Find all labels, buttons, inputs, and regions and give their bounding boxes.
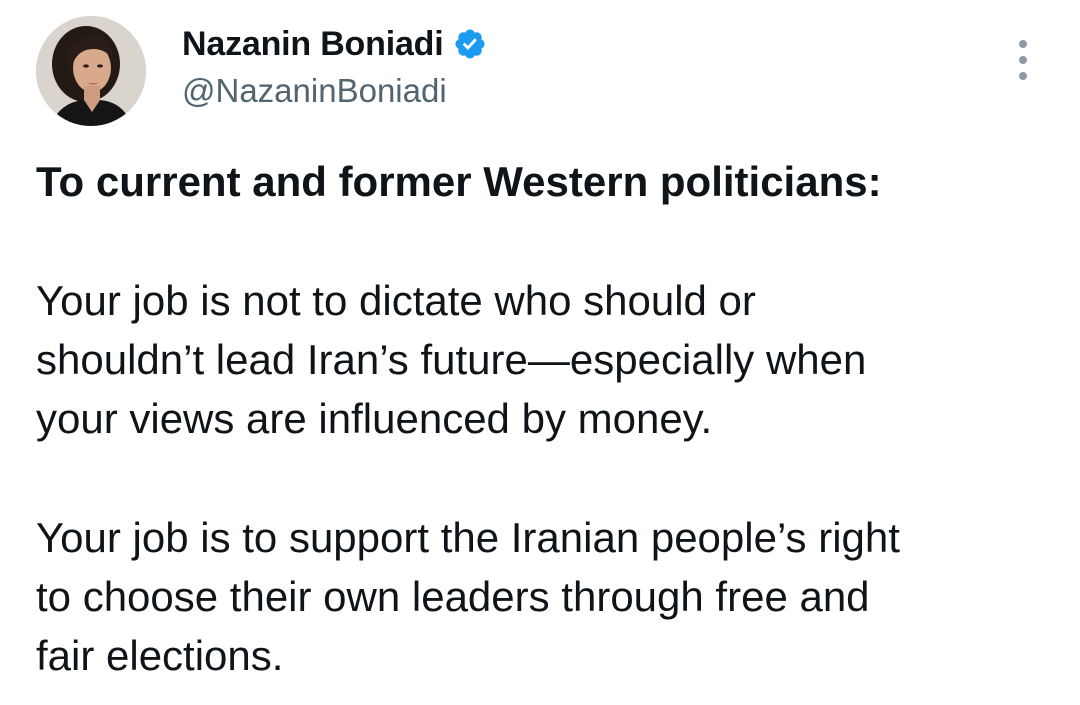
display-name[interactable]: Nazanin Boniadi — [182, 25, 444, 64]
tweet-text: To current and former Western politician… — [36, 152, 1046, 685]
tweet-line: shouldn’t lead Iran’s future—especially … — [36, 336, 867, 383]
avatar-portrait — [36, 16, 146, 126]
more-dot — [1019, 72, 1027, 80]
handle[interactable]: @NazaninBoniadi — [182, 72, 487, 110]
tweet-line: to choose their own leaders through free… — [36, 573, 870, 620]
avatar[interactable] — [36, 16, 146, 126]
more-dot — [1019, 40, 1027, 48]
tweet-line: your views are influenced by money. — [36, 395, 713, 442]
tweet-line: Your job is not to dictate who should or — [36, 277, 756, 324]
tweet-heading: To current and former Western politician… — [36, 158, 882, 205]
more-dot — [1019, 56, 1027, 64]
tweet-card: Nazanin Boniadi @NazaninBoniadi To curre… — [0, 0, 1080, 705]
more-options-icon[interactable] — [1008, 40, 1038, 80]
verified-badge-icon[interactable] — [453, 27, 487, 61]
tweet-line: fair elections. — [36, 632, 284, 679]
name-row: Nazanin Boniadi — [182, 22, 487, 66]
author-block: Nazanin Boniadi @NazaninBoniadi — [182, 22, 487, 110]
tweet-line: Your job is to support the Iranian peopl… — [36, 514, 900, 561]
